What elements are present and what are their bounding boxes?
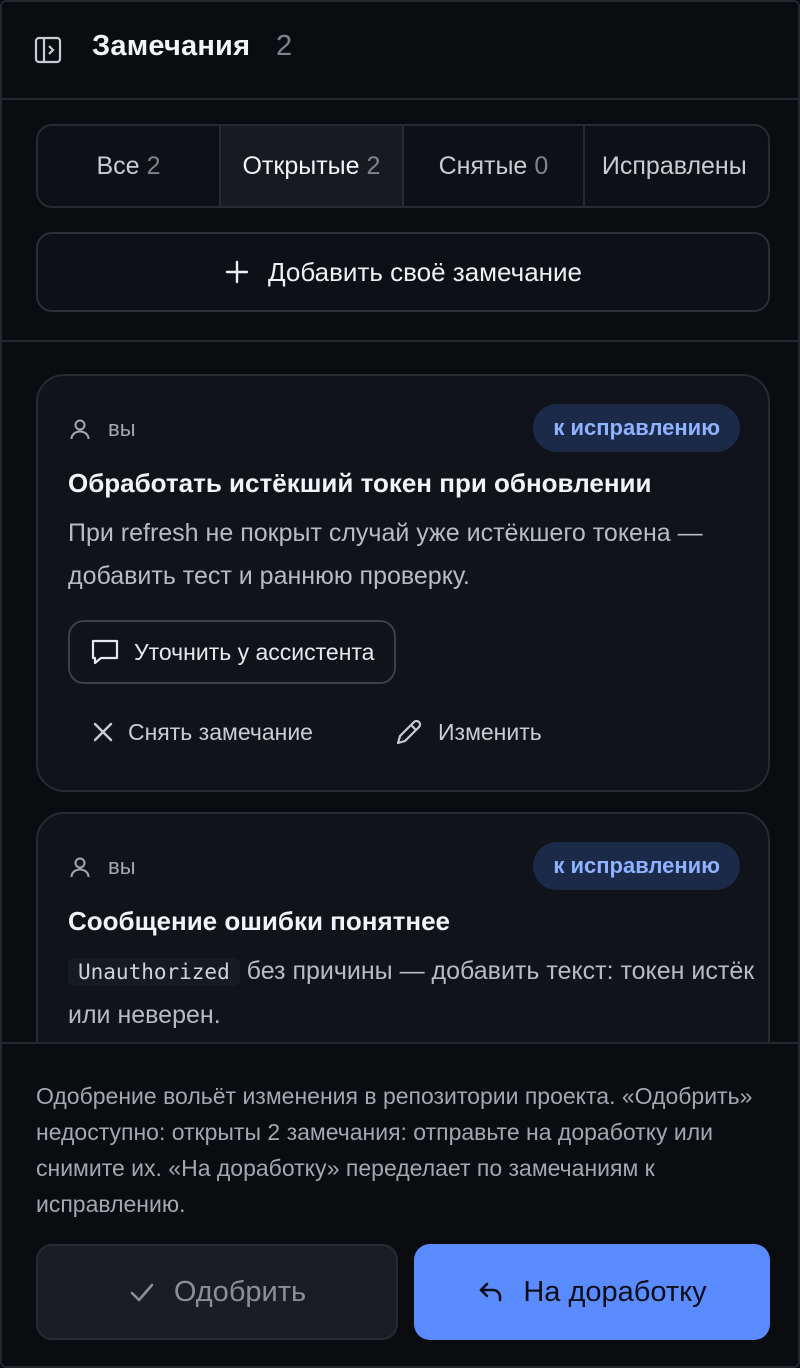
- tab-label: Исправлены: [601, 151, 747, 180]
- comment-author: вы: [68, 416, 136, 442]
- filter-tabs: Все 2 Открытые 2 Снятые 0 Исправлены: [36, 124, 770, 208]
- chat-icon: [90, 637, 120, 667]
- tab-count: 0: [534, 151, 549, 180]
- edit-comment-button[interactable]: Изменить: [394, 712, 542, 752]
- page-title: Замечания: [92, 30, 251, 62]
- close-icon: [92, 721, 114, 743]
- check-icon: [128, 1278, 156, 1306]
- comment-author: вы: [68, 854, 136, 880]
- panel-header: Замечания 2: [2, 2, 798, 100]
- code-snippet: Unauthorized: [68, 958, 240, 986]
- divider: [2, 340, 798, 342]
- tab-open[interactable]: Открытые 2: [220, 126, 404, 206]
- approval-note: Одобрение вольёт изменения в репозитории…: [36, 1083, 753, 1217]
- tab-count: 2: [146, 151, 161, 180]
- add-comment-label: Добавить своё замечание: [268, 256, 582, 287]
- tab-removed[interactable]: Снятые 0: [404, 126, 585, 206]
- remove-comment-button[interactable]: Снять замечание: [92, 712, 313, 752]
- ask-assistant-label: Уточнить у ассистента: [134, 638, 375, 665]
- review-footer: Одобрение вольёт изменения в репозитории…: [2, 1042, 798, 1366]
- comment-title: Сообщение ошибки понятнее: [68, 906, 451, 936]
- user-icon: [68, 855, 92, 879]
- ask-assistant-button[interactable]: Уточнить у ассистента: [68, 620, 397, 684]
- reply-arrow-icon: [477, 1278, 505, 1306]
- comment-title: Обработать истёкший токен при обновлении: [68, 468, 652, 498]
- status-badge: к исправлению: [533, 842, 740, 890]
- author-name: вы: [108, 854, 136, 879]
- rework-button[interactable]: На доработку: [414, 1244, 770, 1340]
- panel-toggle-icon[interactable]: [34, 36, 62, 64]
- approve-button[interactable]: Одобрить: [36, 1244, 398, 1340]
- comment-body: При refresh не покрыт случай уже истёкше…: [68, 519, 703, 590]
- tab-label: Все: [96, 151, 140, 180]
- comment-body: Unauthorized без причины — добавить текс…: [68, 950, 758, 1037]
- approve-label: Одобрить: [173, 1275, 307, 1308]
- tab-label: Снятые: [438, 151, 528, 180]
- comments-count: 2: [276, 30, 293, 62]
- user-icon: [68, 417, 92, 441]
- tab-all[interactable]: Все 2: [38, 126, 221, 206]
- add-comment-button[interactable]: Добавить своё замечание: [36, 232, 770, 312]
- rework-label: На доработку: [523, 1275, 707, 1308]
- edit-comment-label: Изменить: [438, 718, 542, 745]
- tab-count: 2: [366, 151, 381, 180]
- plus-icon: [224, 259, 250, 285]
- comment-card: вы к исправлению Обработать истёкший ток…: [36, 374, 770, 792]
- tab-label: Открытые: [242, 151, 360, 180]
- remove-comment-label: Снять замечание: [128, 718, 313, 745]
- comments-panel: Замечания 2 Все 2 Открытые 2 Снятые 0 Испра…: [0, 0, 800, 1368]
- author-name: вы: [108, 416, 136, 441]
- tab-fixed[interactable]: Исправлены: [585, 126, 768, 206]
- pencil-icon: [394, 717, 424, 747]
- status-badge: к исправлению: [533, 404, 740, 452]
